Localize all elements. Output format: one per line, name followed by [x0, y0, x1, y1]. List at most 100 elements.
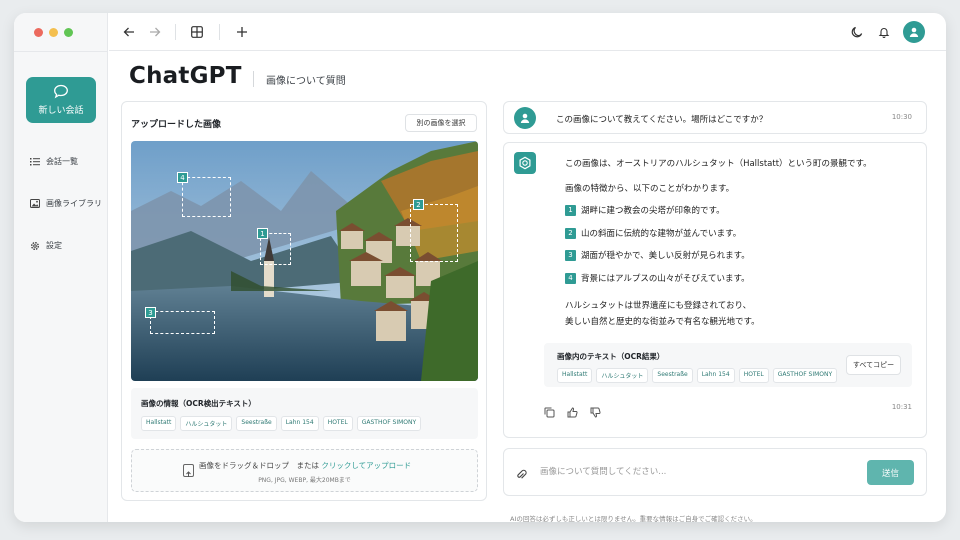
info-title: 画像の情報（OCR検出テキスト） [141, 399, 256, 408]
sidebar-item-label: 画像ライブラリ [46, 199, 102, 208]
ocr-tag: HOTEL [738, 368, 769, 383]
app-window: 新しい会話 会話一覧 画像ライブラリ 設定 ChatGPT 画像について質問 ア… [14, 13, 946, 522]
list-item: 1 湖畔に建つ教会の尖塔が印象的です。 [565, 204, 725, 216]
assistant-outro-line2: 美しい自然と歴史的な街並みで有名な観光地です。 [565, 317, 760, 327]
image-info-box: 画像の情報（OCR検出テキスト） Hallstatt ハルシュタット Seest… [131, 388, 478, 439]
user-message-text: この画像について教えてください。場所はどこですか？ [556, 115, 768, 125]
message-actions [544, 403, 601, 418]
divider [219, 24, 220, 40]
ocr-tag: HOTEL [322, 416, 353, 431]
minimize-window-button[interactable] [49, 28, 58, 37]
image-icon [30, 199, 40, 208]
copy-icon[interactable] [544, 403, 555, 418]
new-chat-label: 新しい会話 [38, 106, 84, 116]
ocr-tag: Hallstatt [557, 368, 593, 383]
list-item: 4 背景にはアルプスの山々がそびえています。 [565, 272, 750, 284]
detection-box-buildings [410, 204, 458, 262]
user-message-card: この画像について教えてください。場所はどこですか？ 10:30 [503, 101, 927, 134]
moon-icon [851, 26, 863, 38]
send-button[interactable]: 送信 [867, 460, 914, 485]
openai-logo-icon [519, 156, 531, 170]
page-subtitle: 画像について質問 [266, 76, 346, 87]
sidebar: 新しい会話 会話一覧 画像ライブラリ 設定 [14, 13, 108, 522]
ocr-result-title: 画像内のテキスト（OCR結果） [557, 352, 665, 361]
assistant-message-card: この画像は、オーストリアのハルシュタット（Hallstatt）という町の景観です… [503, 142, 927, 438]
list-text: 湖面が穏やかで、美しい反射が見られます。 [581, 251, 750, 261]
assistant-lead: 画像の特徴から、以下のことがわかります。 [565, 184, 735, 194]
dark-mode-button[interactable] [847, 22, 867, 42]
gear-icon [31, 241, 39, 250]
list-text: 湖畔に建つ教会の尖塔が印象的です。 [581, 206, 725, 216]
list-text: 背景にはアルプスの山々がそびえています。 [581, 274, 750, 284]
disclaimer-text: AIの回答は必ずしも正しいとは限りません。重要な情報はご自身でご確認ください。 [510, 515, 757, 522]
copy-all-button[interactable]: すべてコピー [846, 355, 901, 375]
window-controls [34, 28, 73, 37]
marker-number: 3 [145, 307, 156, 318]
avatar[interactable] [903, 21, 925, 43]
list-item: 2 山の斜面に伝統的な建物が並んでいます。 [565, 227, 741, 239]
message-timestamp: 10:30 [891, 113, 912, 121]
sidebar-item-conversations[interactable]: 会話一覧 [30, 156, 78, 167]
sidebar-item-settings[interactable]: 設定 [30, 240, 62, 251]
thumbs-down-icon[interactable] [590, 403, 601, 418]
ocr-tag: GASTHOF SIMONY [772, 368, 838, 383]
ocr-tag: ハルシュタット [596, 368, 649, 383]
marker-number: 2 [413, 199, 424, 210]
ocr-tag: Hallstatt [141, 416, 177, 431]
forward-button[interactable] [145, 22, 165, 42]
chat-input-bar: 送信 [503, 448, 927, 496]
ocr-tag: Lahn 154 [280, 416, 319, 431]
close-window-button[interactable] [34, 28, 43, 37]
ocr-tag: Seestraße [652, 368, 693, 383]
page-title: ChatGPT [129, 63, 242, 89]
assistant-avatar [514, 152, 536, 174]
avatar [514, 107, 536, 129]
new-tab-button[interactable] [232, 22, 252, 42]
ocr-tag: Lahn 154 [696, 368, 735, 383]
list-item: 3 湖面が穏やかで、美しい反射が見られます。 [565, 249, 750, 261]
ocr-tag: GASTHOF SIMONY [356, 416, 422, 431]
list-number: 1 [565, 204, 576, 216]
new-chat-button[interactable]: 新しい会話 [26, 77, 96, 123]
arrow-right-icon [150, 27, 161, 37]
upload-link[interactable]: クリックしてアップロード [321, 461, 411, 470]
user-icon [909, 27, 919, 37]
list-number: 3 [565, 249, 576, 261]
back-button[interactable] [119, 22, 139, 42]
ocr-tag: Seestraße [236, 416, 277, 431]
message-timestamp: 10:31 [891, 403, 912, 411]
detection-box-lake [150, 311, 215, 334]
list-text: 山の斜面に伝統的な建物が並んでいます。 [581, 229, 742, 239]
bell-icon [878, 28, 890, 38]
divider [14, 51, 108, 52]
maximize-window-button[interactable] [64, 28, 73, 37]
thumbs-up-icon[interactable] [567, 403, 578, 418]
user-icon [520, 113, 530, 123]
ocr-tag-list: Hallstatt ハルシュタット Seestraße Lahn 154 HOT… [141, 416, 422, 431]
layout-toggle-button[interactable] [187, 22, 207, 42]
panel-title: アップロードした画像 [131, 120, 222, 130]
select-other-image-button[interactable]: 別の画像を選択 [405, 114, 477, 132]
image-panel: アップロードした画像 別の画像を選択 1 2 3 4 画像の情報（OCR検出テキ… [121, 101, 487, 501]
divider [253, 71, 254, 87]
detection-box-mountains [182, 177, 231, 217]
upload-dropzone[interactable]: 画像をドラッグ＆ドロップ または クリックしてアップロード PNG, JPG, … [131, 449, 478, 492]
upload-text: 画像をドラッグ＆ドロップ または [199, 461, 319, 470]
sidebar-item-image-library[interactable]: 画像ライブラリ [30, 198, 102, 209]
chat-bubble-icon [54, 84, 68, 99]
assistant-intro: この画像は、オーストリアのハルシュタット（Hallstatt）という町の景観です… [565, 159, 872, 169]
ocr-tag: ハルシュタット [180, 416, 233, 431]
upload-hint: PNG, JPG, WEBP, 最大20MBまで [258, 477, 351, 484]
upload-instructions: 画像をドラッグ＆ドロップ または クリックしてアップロード [199, 460, 411, 471]
marker-number: 4 [177, 172, 188, 183]
list-icon [30, 158, 40, 166]
ocr-tag-list: Hallstatt ハルシュタット Seestraße Lahn 154 HOT… [557, 368, 838, 383]
grid-icon [191, 26, 203, 38]
assistant-outro-line1: ハルシュタットは世界遺産にも登録されており、 [565, 301, 752, 311]
ocr-result-box: 画像内のテキスト（OCR結果） すべてコピー Hallstatt ハルシュタット… [544, 343, 912, 387]
attach-icon[interactable] [517, 466, 527, 485]
list-number: 2 [565, 227, 576, 239]
notifications-button[interactable] [874, 22, 894, 42]
top-toolbar [109, 13, 946, 51]
chat-input[interactable] [540, 462, 860, 482]
